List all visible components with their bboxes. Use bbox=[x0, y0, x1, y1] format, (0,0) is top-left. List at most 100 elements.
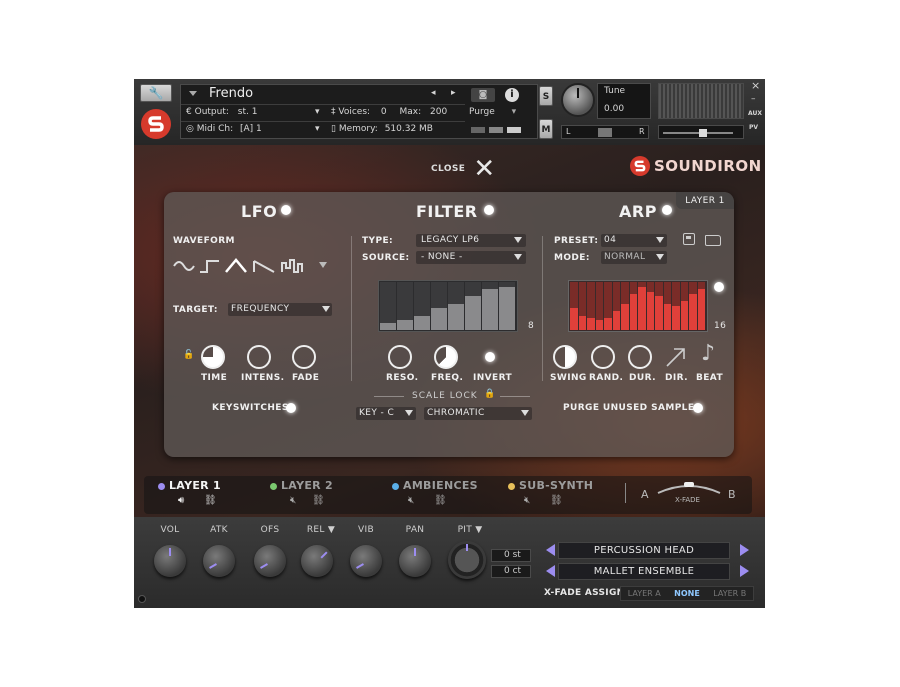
arp-swing-knob[interactable] bbox=[553, 345, 577, 369]
arp-dur-knob[interactable] bbox=[628, 345, 652, 369]
pan-knob[interactable] bbox=[399, 545, 431, 577]
layer-tab-3[interactable]: AMBIENCES 🔇︎ ⛓︎ bbox=[392, 479, 492, 511]
xfade-handle[interactable] bbox=[684, 482, 694, 487]
filter-step[interactable] bbox=[465, 282, 481, 330]
speaker-muted-icon[interactable]: 🔇︎ bbox=[290, 495, 296, 506]
link-icon[interactable]: ⛓︎ bbox=[550, 495, 563, 506]
link-icon[interactable]: ⛓︎ bbox=[312, 495, 325, 506]
speaker-muted-icon[interactable]: 🔇︎ bbox=[524, 495, 530, 506]
arp-step[interactable] bbox=[655, 282, 663, 330]
saw-wave-icon[interactable] bbox=[253, 258, 275, 274]
output-dropdown-icon[interactable]: ▾ bbox=[315, 107, 320, 117]
filter-reso-knob[interactable] bbox=[388, 345, 412, 369]
arp-step[interactable] bbox=[638, 282, 646, 330]
arp-direction-arrow-icon[interactable] bbox=[665, 346, 687, 368]
aux-button[interactable]: AUX bbox=[748, 110, 762, 117]
filter-step[interactable] bbox=[448, 282, 464, 330]
patch-2-next-arrow-icon[interactable] bbox=[740, 565, 749, 577]
layer-tab-2[interactable]: LAYER 2 🔇︎ ⛓︎ bbox=[270, 479, 360, 511]
speaker-on-icon[interactable]: 🔊︎ bbox=[178, 495, 184, 506]
arp-enable-led[interactable] bbox=[662, 205, 672, 215]
tune-knob[interactable] bbox=[561, 83, 595, 117]
collapse-triangle-icon[interactable] bbox=[189, 91, 197, 96]
link-icon[interactable]: ⛓︎ bbox=[204, 495, 217, 506]
arp-step[interactable] bbox=[612, 282, 620, 330]
max-value[interactable]: 200 bbox=[430, 107, 447, 117]
minimize-window-icon[interactable]: – bbox=[751, 94, 756, 104]
purge-dropdown[interactable]: Purge ▾ bbox=[469, 107, 529, 117]
random-wave-icon[interactable] bbox=[281, 258, 305, 274]
resize-handle-dot[interactable] bbox=[138, 595, 146, 603]
patch-2-selector[interactable]: MALLET ENSEMBLE bbox=[558, 563, 730, 580]
keyswitches-led[interactable] bbox=[286, 403, 296, 413]
lfo-enable-led[interactable] bbox=[281, 205, 291, 215]
arp-step[interactable] bbox=[663, 282, 671, 330]
triangle-wave-icon[interactable] bbox=[225, 257, 247, 274]
pit-knob[interactable] bbox=[448, 541, 486, 579]
layer-tab-1[interactable]: LAYER 1 🔊︎ ⛓︎ bbox=[158, 479, 248, 511]
filter-invert-led[interactable] bbox=[485, 352, 495, 362]
arp-step-sequencer[interactable] bbox=[568, 280, 708, 332]
instrument-name[interactable]: Frendo bbox=[209, 86, 253, 101]
patch-1-next-arrow-icon[interactable] bbox=[740, 544, 749, 556]
output-value[interactable]: st. 1 bbox=[238, 107, 258, 117]
arp-step[interactable] bbox=[697, 282, 705, 330]
xfade-option-layer-b[interactable]: LAYER B bbox=[713, 589, 746, 598]
speaker-muted-icon[interactable]: 🔇︎ bbox=[408, 495, 414, 506]
arp-step[interactable] bbox=[604, 282, 612, 330]
lfo-lock-icon[interactable]: 🔓 bbox=[183, 350, 194, 360]
volume-slider[interactable] bbox=[658, 125, 744, 139]
arp-rand-knob[interactable] bbox=[591, 345, 615, 369]
arp-step[interactable] bbox=[578, 282, 586, 330]
xfade-option-none[interactable]: NONE bbox=[674, 589, 700, 598]
patch-2-prev-arrow-icon[interactable] bbox=[546, 565, 555, 577]
filter-enable-led[interactable] bbox=[484, 205, 494, 215]
scale-dropdown[interactable]: CHROMATIC bbox=[424, 407, 532, 420]
output-row[interactable]: € Output: st. 1 bbox=[186, 107, 257, 117]
arp-step[interactable] bbox=[570, 282, 578, 330]
layer-tab-4[interactable]: SUB-SYNTH 🔇︎ ⛓︎ bbox=[508, 479, 608, 511]
arp-steps-led[interactable] bbox=[714, 282, 724, 292]
midi-row[interactable]: ◎ Midi Ch: [A] 1 bbox=[186, 124, 262, 134]
patch-1-selector[interactable]: PERCUSSION HEAD bbox=[558, 542, 730, 559]
save-preset-icon[interactable] bbox=[683, 233, 695, 245]
arp-preset-dropdown[interactable]: 04 bbox=[601, 234, 667, 247]
filter-type-dropdown[interactable]: LEGACY LP6 bbox=[416, 234, 526, 247]
pan-slider[interactable]: L R bbox=[561, 125, 649, 139]
load-preset-folder-icon[interactable] bbox=[705, 235, 721, 246]
arp-step[interactable] bbox=[680, 282, 688, 330]
link-icon[interactable]: ⛓︎ bbox=[434, 495, 447, 506]
filter-steps-count[interactable]: 8 bbox=[528, 321, 534, 331]
info-icon[interactable]: i bbox=[505, 88, 519, 102]
close-window-icon[interactable]: × bbox=[751, 79, 760, 92]
wrench-button[interactable]: 🔧 bbox=[140, 84, 172, 102]
arp-step[interactable] bbox=[629, 282, 637, 330]
target-dropdown[interactable]: FREQUENCY bbox=[228, 303, 332, 316]
arp-step[interactable] bbox=[587, 282, 595, 330]
volume-handle[interactable] bbox=[699, 129, 707, 137]
midi-value[interactable]: [A] 1 bbox=[240, 124, 262, 134]
waveform-dropdown-icon[interactable] bbox=[319, 262, 327, 268]
next-instrument-arrow-icon[interactable]: ▸ bbox=[451, 88, 456, 98]
key-dropdown[interactable]: KEY - C bbox=[356, 407, 416, 420]
pitch-semitone-field[interactable]: 0 st bbox=[491, 549, 531, 562]
filter-source-dropdown[interactable]: - NONE - bbox=[416, 251, 526, 264]
sine-wave-icon[interactable] bbox=[173, 258, 195, 274]
arp-step[interactable] bbox=[595, 282, 603, 330]
arp-step[interactable] bbox=[672, 282, 680, 330]
xfade-option-layer-a[interactable]: LAYER A bbox=[628, 589, 661, 598]
purge-unused-led[interactable] bbox=[693, 403, 703, 413]
midi-dropdown-icon[interactable]: ▾ bbox=[315, 124, 320, 134]
tune-value[interactable]: 0.00 bbox=[604, 104, 624, 114]
snapshot-camera-icon[interactable]: ◙ bbox=[471, 88, 495, 102]
lfo-fade-knob[interactable] bbox=[292, 345, 316, 369]
arp-steps-count[interactable]: 16 bbox=[714, 321, 726, 331]
patch-1-prev-arrow-icon[interactable] bbox=[546, 544, 555, 556]
filter-step[interactable] bbox=[431, 282, 447, 330]
rel-knob[interactable] bbox=[301, 545, 333, 577]
pan-handle[interactable] bbox=[598, 128, 612, 137]
arp-step[interactable] bbox=[646, 282, 654, 330]
vol-knob[interactable] bbox=[154, 545, 186, 577]
filter-freq-knob[interactable] bbox=[434, 345, 458, 369]
filter-step[interactable] bbox=[499, 282, 515, 330]
